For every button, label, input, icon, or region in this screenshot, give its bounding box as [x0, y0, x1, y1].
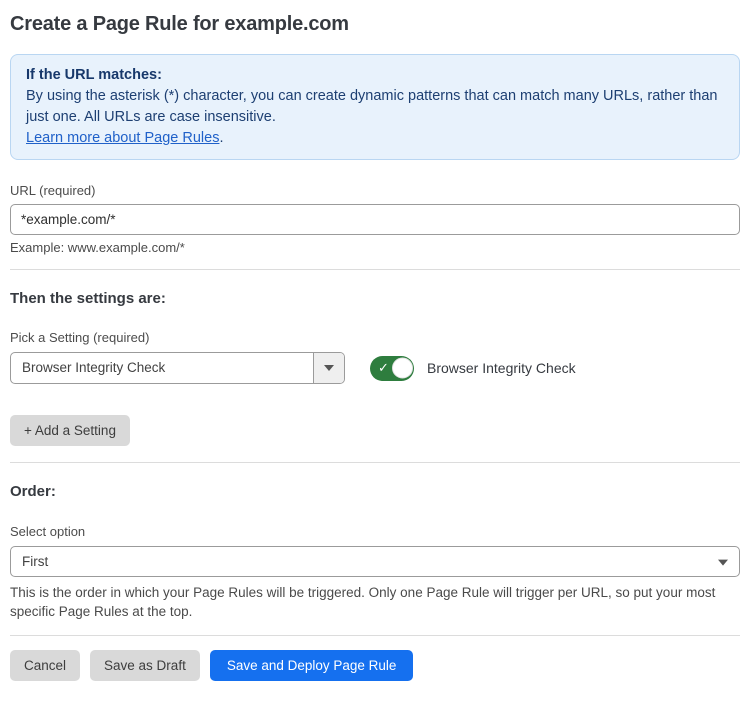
order-helper-text: This is the order in which your Page Rul… [10, 583, 740, 621]
add-setting-button[interactable]: + Add a Setting [10, 415, 130, 446]
check-icon: ✓ [378, 361, 389, 374]
cancel-button[interactable]: Cancel [10, 650, 80, 681]
url-match-info-box: If the URL matches: By using the asteris… [10, 54, 740, 160]
setting-row: Browser Integrity Check ✓ Browser Integr… [10, 352, 740, 384]
chevron-down-icon [718, 559, 728, 565]
info-box-heading: If the URL matches: [26, 65, 724, 86]
order-section-heading: Order: [10, 482, 740, 501]
footer-actions: Cancel Save as Draft Save and Deploy Pag… [10, 650, 740, 681]
divider [10, 269, 740, 270]
setting-dropdown-arrow-button[interactable] [313, 353, 344, 383]
toggle-knob [392, 358, 413, 379]
link-suffix: . [219, 130, 223, 146]
url-input[interactable] [10, 204, 740, 235]
divider [10, 635, 740, 636]
page-title: Create a Page Rule for example.com [10, 13, 740, 36]
divider [10, 462, 740, 463]
url-example-helper: Example: www.example.com/* [10, 240, 740, 256]
info-box-body: By using the asterisk (*) character, you… [26, 86, 724, 128]
order-select[interactable]: First [10, 546, 740, 577]
create-page-rule-panel: Create a Page Rule for example.com If th… [0, 0, 750, 681]
url-field-label: URL (required) [10, 183, 740, 199]
setting-dropdown[interactable]: Browser Integrity Check [10, 352, 345, 384]
learn-more-link[interactable]: Learn more about Page Rules [26, 130, 219, 146]
order-select-label: Select option [10, 524, 740, 540]
pick-setting-label: Pick a Setting (required) [10, 330, 740, 346]
toggle-label: Browser Integrity Check [427, 360, 576, 376]
save-deploy-button[interactable]: Save and Deploy Page Rule [210, 650, 414, 681]
setting-dropdown-value: Browser Integrity Check [11, 353, 313, 383]
info-box-link-line: Learn more about Page Rules. [26, 128, 724, 149]
chevron-down-icon [324, 365, 334, 371]
browser-integrity-toggle[interactable]: ✓ [370, 356, 414, 381]
save-draft-button[interactable]: Save as Draft [90, 650, 200, 681]
settings-section-heading: Then the settings are: [10, 289, 740, 308]
order-select-value: First [22, 554, 48, 569]
